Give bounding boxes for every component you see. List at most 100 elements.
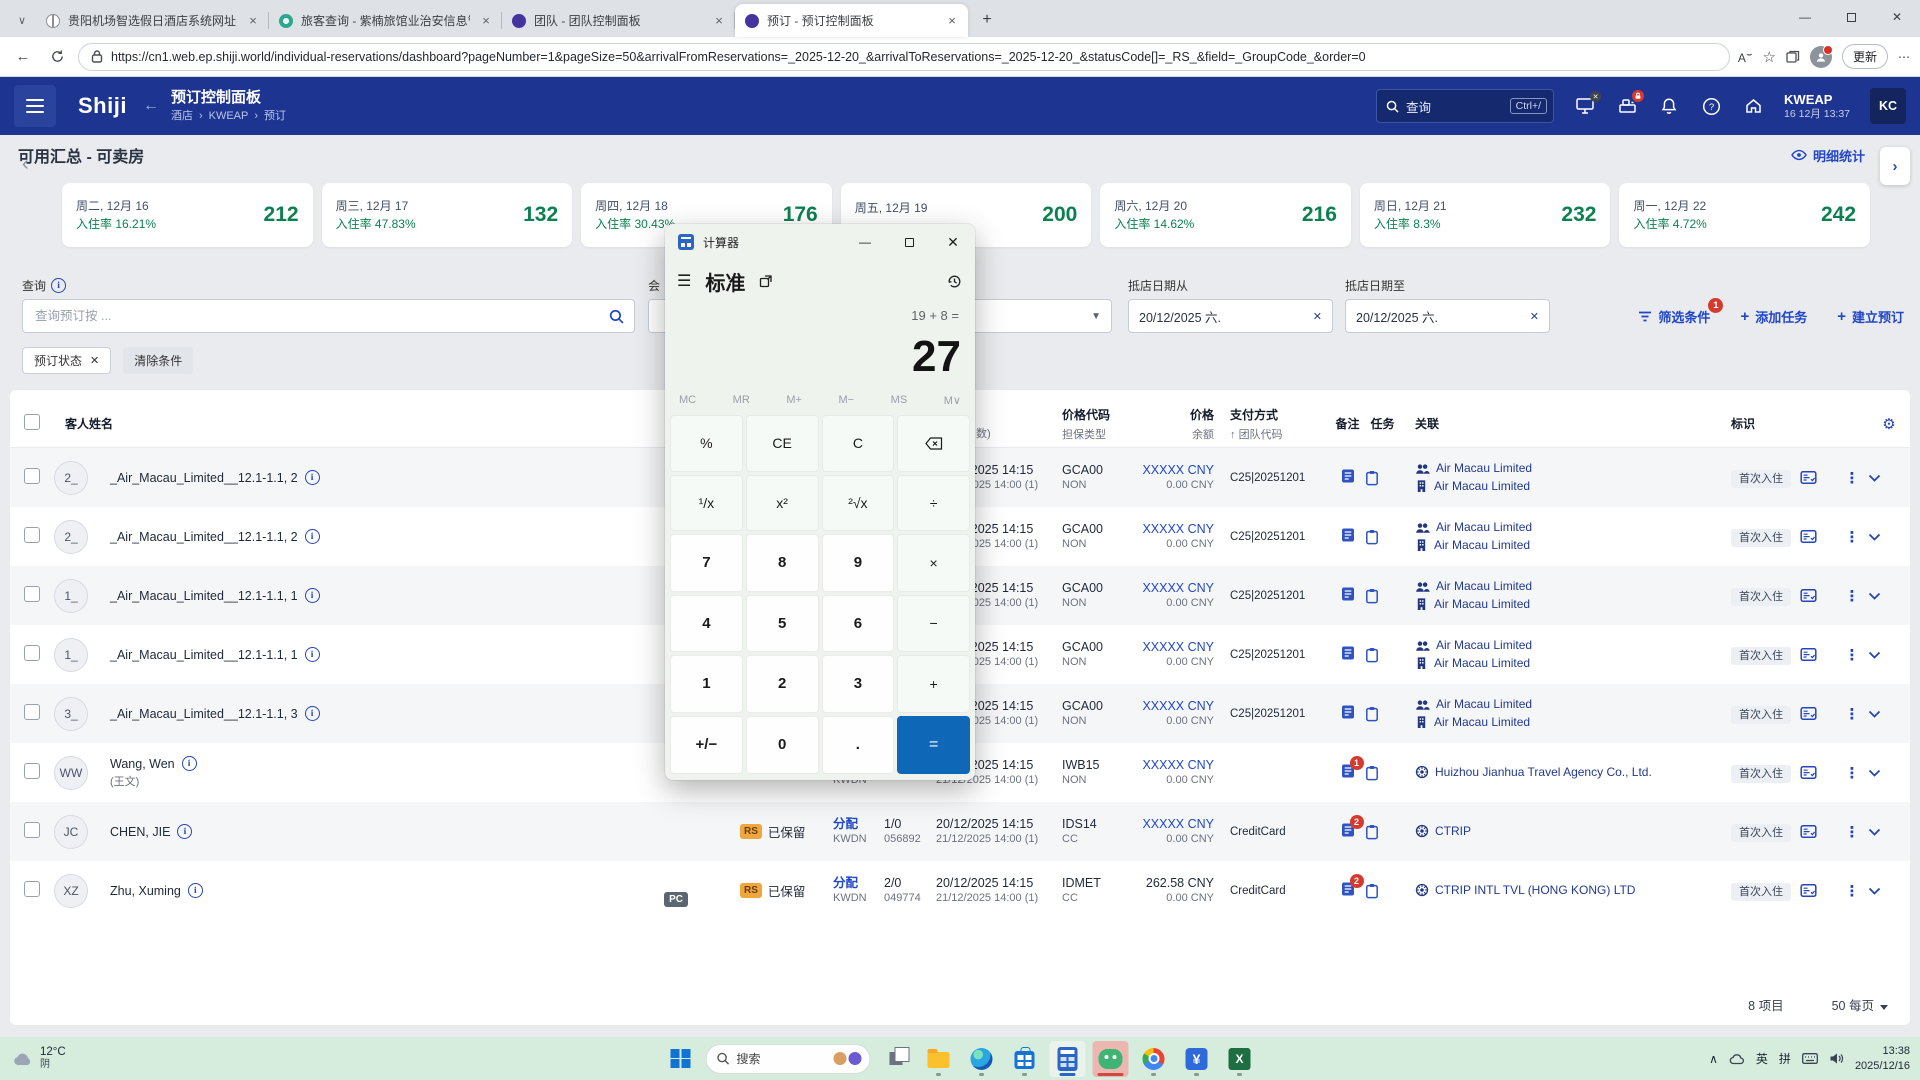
linked-profile[interactable]: Air Macau Limited	[1415, 578, 1715, 595]
tray-expand-icon[interactable]: ∧	[1709, 1052, 1718, 1066]
clear-icon[interactable]: ✕	[1313, 310, 1322, 323]
filter-conditions-button[interactable]: 筛选条件 1	[1638, 297, 1724, 326]
calc-key-÷[interactable]: ÷	[897, 474, 970, 531]
registration-card-icon[interactable]	[1800, 883, 1836, 898]
notes-icon[interactable]: 1	[1340, 756, 1364, 779]
calc-key-8[interactable]: 8	[745, 534, 819, 592]
calc-key-4[interactable]: 4	[670, 594, 743, 652]
tray-clock[interactable]: 13:38 2025/12/16	[1855, 1044, 1910, 1073]
registration-card-icon[interactable]	[1800, 824, 1836, 839]
calc-key-7[interactable]: 7	[670, 534, 743, 592]
url-field[interactable]: https://cn1.web.ep.shiji.world/individua…	[78, 42, 1730, 71]
linked-profile[interactable]: CTRIP INTL TVL (HONG KONG) LTD	[1415, 882, 1715, 899]
info-icon[interactable]: i	[187, 883, 203, 898]
linked-profile[interactable]: Air Macau Limited	[1415, 596, 1715, 613]
refresh-icon[interactable]	[44, 44, 70, 70]
table-row[interactable]: XZ Zhu, Xuming i PC RS 已保留 分配 KWDN 2/0 04977…	[10, 861, 1910, 920]
row-checkbox[interactable]	[24, 527, 40, 543]
calc-key-2[interactable]: 2	[745, 655, 819, 713]
query-input[interactable]	[33, 308, 609, 324]
collections-icon[interactable]	[1786, 50, 1800, 64]
per-page-select[interactable]: 50 每页	[1832, 995, 1888, 1014]
linked-profile[interactable]: CTRIP	[1415, 823, 1715, 840]
calc-memory-key[interactable]: MS	[891, 394, 908, 407]
header-back-icon[interactable]: ←	[143, 97, 159, 115]
col-guest-name[interactable]: 客人姓名	[54, 415, 340, 432]
price[interactable]: 262.58 CNY	[1135, 875, 1214, 891]
workstation-icon[interactable]: ✕	[1574, 91, 1602, 117]
chip-close-icon[interactable]: ✕	[90, 354, 99, 367]
registration-card-icon[interactable]	[1800, 647, 1836, 662]
calc-key-6[interactable]: 6	[821, 594, 895, 652]
tab-close-icon[interactable]: ×	[944, 13, 960, 29]
calculator-taskbar-icon[interactable]	[1049, 1040, 1086, 1077]
calc-key-1[interactable]: 1	[670, 655, 743, 713]
calc-key-C[interactable]: C	[821, 415, 895, 472]
calc-memory-key[interactable]: M+	[786, 394, 802, 407]
tab-close-icon[interactable]: ×	[245, 13, 261, 29]
guest-name[interactable]: _Air_Macau_Limited__12.1-1.1, 2	[110, 471, 298, 485]
edge-icon[interactable]	[964, 1041, 1000, 1077]
microsoft-store-icon[interactable]	[1007, 1041, 1043, 1077]
breadcrumb-property[interactable]: KWEAP	[209, 110, 249, 124]
calc-key-5[interactable]: 5	[745, 594, 819, 652]
row-menu-icon[interactable]: ⋮	[1845, 765, 1860, 782]
guest-name[interactable]: Wang, Wen	[110, 757, 175, 771]
calc-minimize-button[interactable]: —	[843, 224, 887, 260]
notes-icon[interactable]	[1340, 527, 1356, 543]
window-minimize-button[interactable]: —	[1782, 0, 1828, 34]
calc-key-²√x[interactable]: ²√x	[821, 474, 895, 531]
table-row[interactable]: JC CHEN, JIE i RS 已保留 分配 KWDN 1/0 056892 20/…	[10, 802, 1910, 861]
detail-stats-link[interactable]: 明细统计	[1791, 146, 1865, 165]
start-button[interactable]	[663, 1041, 699, 1077]
tasks-icon[interactable]	[1365, 706, 1400, 722]
window-maximize-button[interactable]	[1828, 0, 1874, 34]
tasks-icon[interactable]	[1365, 529, 1400, 545]
row-expand-chevron-icon[interactable]	[1868, 474, 1910, 482]
browser-tab[interactable]: 预订 - 预订控制面板 ×	[735, 4, 968, 37]
calculator-window[interactable]: 计算器 — ✕ ☰ 标准 19 + 8 = 27 MC MR M+ M− MS M∨ % C…	[665, 224, 975, 780]
row-expand-chevron-icon[interactable]	[1868, 533, 1910, 541]
hamburger-menu-icon[interactable]	[14, 85, 56, 127]
header-search-input[interactable]: 查询 Ctrl+/	[1376, 89, 1555, 123]
read-aloud-icon[interactable]: A⌣	[1738, 49, 1753, 65]
linked-profile[interactable]: Air Macau Limited	[1415, 460, 1715, 477]
calc-key-−[interactable]: −	[897, 594, 970, 652]
notes-icon[interactable]: 2	[1340, 815, 1364, 838]
tab-close-icon[interactable]: ×	[711, 13, 727, 29]
row-checkbox[interactable]	[24, 468, 40, 484]
tasks-icon[interactable]	[1365, 765, 1400, 781]
info-icon[interactable]: i	[304, 647, 320, 662]
price[interactable]: XXXXX CNY	[1135, 580, 1214, 596]
tray-volume-icon[interactable]	[1829, 1052, 1844, 1065]
breadcrumb-hotel[interactable]: 酒店	[171, 110, 193, 124]
calc-key-9[interactable]: 9	[821, 534, 895, 592]
row-menu-icon[interactable]: ⋮	[1845, 706, 1860, 723]
linked-profile[interactable]: Air Macau Limited	[1415, 478, 1715, 495]
calc-keep-on-top-icon[interactable]	[759, 274, 773, 288]
tab-list-chevron-icon[interactable]: ∨	[8, 6, 36, 34]
new-tab-button[interactable]: +	[974, 7, 1000, 33]
calc-key-⌫[interactable]	[897, 415, 970, 472]
tray-keyboard-icon[interactable]	[1801, 1053, 1818, 1064]
row-checkbox[interactable]	[24, 645, 40, 661]
home-icon[interactable]	[1742, 95, 1764, 117]
row-menu-icon[interactable]: ⋮	[1845, 647, 1860, 664]
browser-tab[interactable]: 贵阳机场智选假日酒店系统网址导 ×	[36, 4, 269, 37]
calc-key-equals[interactable]: =	[897, 715, 970, 774]
wechat-icon[interactable]	[1092, 1040, 1129, 1077]
info-icon[interactable]: i	[304, 706, 320, 721]
col-rate-code[interactable]: 价格代码 担保类型	[1048, 406, 1135, 442]
row-expand-chevron-icon[interactable]	[1868, 828, 1910, 836]
price[interactable]: XXXXX CNY	[1135, 462, 1214, 478]
tray-language-en[interactable]: 英	[1756, 1050, 1768, 1067]
availability-card[interactable]: 周二, 12月 16 入住率 16.21% 212	[62, 183, 313, 247]
guest-name[interactable]: Zhu, Xuming	[110, 884, 181, 898]
window-close-button[interactable]: ✕	[1874, 0, 1920, 34]
linked-profile[interactable]: Huizhou Jianhua Travel Agency Co., Ltd.	[1415, 764, 1715, 781]
calc-memory-key[interactable]: MC	[679, 394, 696, 407]
breadcrumb-reservation[interactable]: 预订	[264, 110, 286, 124]
calc-maximize-button[interactable]	[887, 224, 931, 260]
calc-menu-icon[interactable]: ☰	[677, 271, 691, 291]
taskbar-weather-widget[interactable]: 12°C 阴	[12, 1046, 66, 1071]
